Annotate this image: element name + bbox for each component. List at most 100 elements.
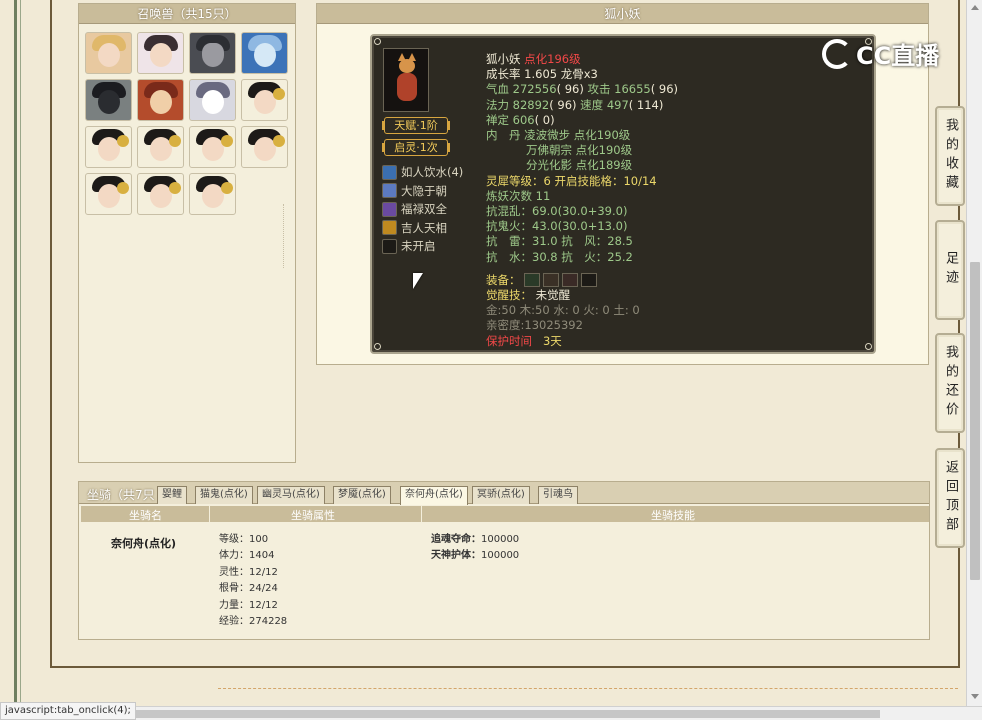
back-to-top-button[interactable]: 返回顶部 — [935, 448, 965, 548]
mount-tab[interactable]: 幽灵马(点化) — [257, 486, 325, 504]
wand-equip-icon[interactable] — [543, 273, 560, 288]
mount-attr: 根骨：24/24 — [219, 583, 278, 595]
atk-paren: ( 96) — [650, 82, 678, 97]
white-robed-girl-avatar-icon[interactable] — [137, 32, 184, 74]
mount-attr: 经验：274228 — [219, 616, 288, 628]
feather-equip-icon[interactable] — [562, 273, 579, 288]
wolf-avatar-icon[interactable] — [189, 32, 236, 74]
pet-name: 狐小妖 — [486, 52, 521, 66]
equip-slots — [524, 273, 598, 288]
qiling-badge[interactable]: 启灵·1次 — [382, 139, 450, 156]
hp-value: 272556 — [512, 82, 557, 97]
ice-spirit-avatar-icon[interactable] — [241, 32, 288, 74]
ding-paren: ( 0) — [534, 112, 555, 127]
resist-ghostfire-detail: (30.0+13.0) — [557, 219, 628, 234]
horizontal-scrollbar[interactable] — [0, 706, 982, 720]
mount-tab[interactable]: 引魂鸟 — [538, 486, 578, 504]
neidan-label: 内 丹 — [486, 128, 521, 143]
fox-pet-portrait-icon — [383, 48, 429, 112]
resist-thunder-wind: 抗 雷：31.0 抗 风：28.5 — [486, 234, 633, 249]
spd-paren: ( 114) — [628, 97, 664, 112]
ding-label: 禅定 — [486, 112, 509, 127]
masked-spirit-avatar-icon[interactable] — [189, 79, 236, 121]
hp-paren: ( 96) — [556, 82, 584, 97]
growth-label: 成长率 — [486, 67, 521, 82]
resist-ghostfire-value: 43.0 — [532, 219, 558, 234]
hscroll-thumb[interactable] — [120, 710, 880, 718]
mount-attr: 灵性：12/12 — [219, 566, 278, 578]
mount-tab[interactable]: 奈何舟(点化) — [400, 486, 468, 505]
hermit-skill-icon — [382, 183, 397, 199]
pet-skill-row[interactable]: 吉人天相 — [382, 219, 463, 238]
mount-tab[interactable]: 婴鲤 — [157, 486, 187, 504]
pet-skill-row[interactable]: 如人饮水(4) — [382, 163, 463, 182]
fox-girl-avatar-icon[interactable] — [137, 173, 184, 215]
mount-tab[interactable]: 梦魇(点化) — [333, 486, 391, 504]
scrollbar-thumb[interactable] — [970, 262, 980, 580]
side-nav-label: 足迹 — [943, 251, 958, 289]
mount-skill-value: 100000 — [481, 534, 520, 545]
mp-value: 82892 — [512, 97, 550, 112]
fox-girl-avatar-icon[interactable] — [241, 126, 288, 168]
fox-girl-avatar-icon[interactable] — [85, 126, 132, 168]
mount-tabs: 坐骑（共7只 婴鲤 猫鬼(点化) 幽灵马(点化) 梦魇(点化) 奈何舟(点化) 冥骄(点化… — [79, 482, 929, 505]
mount-tab[interactable]: 冥骄(点化) — [472, 486, 530, 504]
lingxi-slots: 10/14 — [623, 173, 657, 188]
orange-warrior-avatar-icon[interactable] — [137, 79, 184, 121]
mount-skill-header: 坐骑技能 — [651, 509, 695, 522]
neidan-1: 凌波微步 点化190级 — [524, 128, 631, 143]
ring-equip-icon[interactable] — [524, 273, 541, 288]
footprints-button[interactable]: 足迹 — [935, 220, 965, 320]
protect-value: 3天 — [542, 333, 562, 348]
dark-beast-avatar-icon[interactable] — [85, 79, 132, 121]
pet-skill-row[interactable]: 未开启 — [382, 237, 463, 256]
equip-label: 装备： — [486, 272, 521, 287]
mount-attr-list: 等级：100 体力：1404 灵性：12/12 根骨：24/24 力量：12/12 经验：… — [219, 532, 287, 630]
spd-label: 速度 — [580, 97, 604, 112]
intimacy: 亲密度:13025392 — [486, 318, 583, 333]
talent-badge[interactable]: 天赋·1阶 — [382, 117, 450, 134]
cc-live-watermark: CC直播 — [822, 36, 939, 71]
neidan-3: 分光化影 点化189级 — [526, 158, 633, 173]
mount-skill: 天神护体：100000 — [431, 548, 519, 564]
pet-list-panel: 召唤兽（共15只） — [78, 3, 296, 463]
fox-girl-avatar-icon[interactable] — [189, 173, 236, 215]
my-favorites-button[interactable]: 我的收藏 — [935, 106, 965, 206]
my-bargain-button[interactable]: 我的还价 — [935, 333, 965, 433]
lianyao-value: 11 — [535, 188, 551, 203]
side-nav-label: 返回顶部 — [943, 460, 958, 536]
fox-girl-avatar-icon[interactable] — [241, 79, 288, 121]
awaken-label: 觉醒技： — [486, 288, 532, 303]
pet-skill-row[interactable]: 大隐于朝 — [382, 182, 463, 201]
element-values: 金:50 木:50 水: 0 火: 0 土: 0 — [486, 303, 640, 318]
pet-skill-label: 未开启 — [401, 239, 436, 254]
scroll-up-arrow-icon[interactable] — [971, 5, 979, 10]
resist-chaos-value: 69.0 — [532, 204, 558, 219]
mount-tab[interactable]: 猫鬼(点化) — [195, 486, 253, 504]
pet-skill-row[interactable]: 福禄双全 — [382, 200, 463, 219]
pet-skill-label: 吉人天相 — [401, 220, 447, 235]
dragon-bone: 龙骨x3 — [560, 67, 598, 82]
browser-status-bar: javascript:tab_onclick(4); — [0, 702, 136, 720]
mouse-cursor-icon — [413, 273, 423, 289]
scroll-down-arrow-icon[interactable] — [971, 694, 979, 699]
pet-skill-list: 如人饮水(4) 大隐于朝 福禄双全 吉人天相未开启 — [382, 163, 463, 256]
pet-detail-title: 狐小妖 — [317, 4, 928, 24]
ding-value: 606 — [512, 112, 535, 127]
pet-grid — [85, 32, 293, 215]
watermark-text: CC直播 — [856, 42, 940, 70]
pet-info-card: 天赋·1阶 启灵·1次 如人饮水(4) 大隐于朝 福禄双全 吉人天相 未开启 狐小妖 点… — [370, 34, 876, 354]
mount-skill-name: 天神护体： — [431, 550, 481, 562]
fox-girl-avatar-icon[interactable] — [137, 126, 184, 168]
fox-girl-avatar-icon[interactable] — [85, 173, 132, 215]
awaken-value: 未觉醒 — [535, 288, 571, 303]
mount-table-header: 坐骑名 坐骑属性 坐骑技能 — [81, 506, 929, 522]
vertical-scrollbar[interactable] — [966, 0, 982, 706]
mount-name: 奈何舟(点化) — [111, 537, 177, 550]
pet-list-scroll-track[interactable] — [283, 204, 287, 268]
fox-girl-avatar-icon[interactable] — [189, 126, 236, 168]
golden-haired-girl-avatar-icon[interactable] — [85, 32, 132, 74]
protect-label: 保护时间 — [486, 333, 532, 348]
empty-equip-slot-icon[interactable] — [581, 273, 598, 288]
mount-name-header: 坐骑名 — [129, 509, 162, 522]
